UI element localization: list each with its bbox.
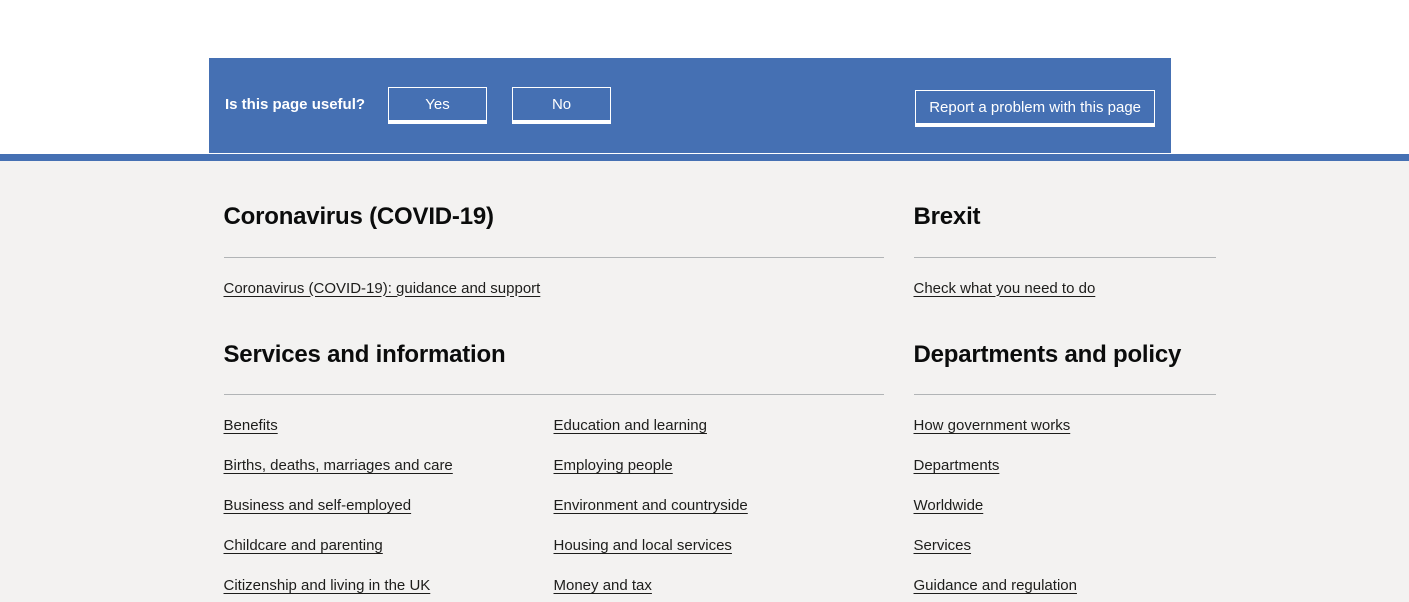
list-item: Benefits <box>224 417 554 435</box>
link-housing-and-local-services[interactable]: Housing and local services <box>554 538 732 553</box>
link-coronavirus-guidance-and-support[interactable]: Coronavirus (COVID-19): guidance and sup… <box>224 281 541 296</box>
link-benefits[interactable]: Benefits <box>224 418 278 433</box>
services-heading: Services and information <box>223 340 506 368</box>
link-education-and-learning[interactable]: Education and learning <box>554 418 707 433</box>
list-item: Guidance and regulation <box>914 577 1216 595</box>
feedback-banner: Is this page useful? Yes No Report a pro… <box>209 58 1171 153</box>
link-worldwide[interactable]: Worldwide <box>914 498 984 513</box>
list-item: Worldwide <box>914 497 1216 515</box>
main-sections-row: Services and information Benefits Births… <box>223 298 1216 596</box>
list-item: Money and tax <box>554 577 884 595</box>
feedback-no-button[interactable]: No <box>512 87 612 122</box>
list-item: Citizenship and living in the UK <box>224 577 554 595</box>
departments-and-policy-section: Departments and policy How government wo… <box>913 340 1216 596</box>
link-business-and-self-employed[interactable]: Business and self-employed <box>224 498 412 513</box>
coronavirus-heading: Coronavirus (COVID-19) <box>223 203 495 230</box>
list-item: Births, deaths, marriages and care <box>224 457 554 475</box>
link-how-government-works[interactable]: How government works <box>914 418 1071 433</box>
brexit-heading: Brexit <box>913 203 981 230</box>
link-services[interactable]: Services <box>914 538 972 553</box>
top-sections-row: Coronavirus (COVID-19) Coronavirus (COVI… <box>223 161 1216 298</box>
link-citizenship-and-living-in-the-uk[interactable]: Citizenship and living in the UK <box>224 578 431 593</box>
list-item: Check what you need to do <box>914 280 1216 298</box>
feedback-banner-strip: Is this page useful? Yes No Report a pro… <box>0 0 1409 154</box>
departments-heading: Departments and policy <box>913 340 1182 368</box>
list-item: How government works <box>914 417 1216 435</box>
services-and-information-section: Services and information Benefits Births… <box>223 340 884 596</box>
list-item: Childcare and parenting <box>224 537 554 555</box>
coronavirus-link-list: Coronavirus (COVID-19): guidance and sup… <box>224 258 884 298</box>
column-gap <box>884 203 914 298</box>
link-departments[interactable]: Departments <box>914 458 1000 473</box>
blue-divider-bar <box>0 154 1409 161</box>
link-births-deaths-marriages-and-care[interactable]: Births, deaths, marriages and care <box>224 458 453 473</box>
services-link-columns: Benefits Births, deaths, marriages and c… <box>224 395 884 595</box>
list-item: Services <box>914 537 1216 555</box>
brexit-link-list: Check what you need to do <box>914 258 1216 298</box>
link-check-what-you-need-to-do[interactable]: Check what you need to do <box>914 281 1096 296</box>
feedback-prompt: Is this page useful? <box>225 96 366 113</box>
report-problem-button[interactable]: Report a problem with this page <box>915 90 1155 125</box>
link-money-and-tax[interactable]: Money and tax <box>554 578 652 593</box>
brexit-section: Brexit Check what you need to do <box>913 203 1216 298</box>
homepage-content: Coronavirus (COVID-19) Coronavirus (COVI… <box>0 161 1409 602</box>
list-item: Environment and countryside <box>554 497 884 515</box>
feedback-yes-button[interactable]: Yes <box>388 87 488 122</box>
list-item: Housing and local services <box>554 537 884 555</box>
coronavirus-section: Coronavirus (COVID-19) Coronavirus (COVI… <box>223 203 884 298</box>
column-gap <box>884 341 914 596</box>
link-childcare-and-parenting[interactable]: Childcare and parenting <box>224 538 383 553</box>
list-item: Employing people <box>554 457 884 475</box>
link-employing-people[interactable]: Employing people <box>554 458 673 473</box>
list-item: Business and self-employed <box>224 497 554 515</box>
list-item: Education and learning <box>554 417 884 435</box>
departments-link-list: How government works Departments Worldwi… <box>914 395 1216 595</box>
services-left-column: Benefits Births, deaths, marriages and c… <box>224 417 554 595</box>
link-environment-and-countryside[interactable]: Environment and countryside <box>554 498 748 513</box>
list-item: Departments <box>914 457 1216 475</box>
services-right-column: Education and learning Employing people … <box>554 417 884 595</box>
link-guidance-and-regulation[interactable]: Guidance and regulation <box>914 578 1077 593</box>
list-item: Coronavirus (COVID-19): guidance and sup… <box>224 280 884 298</box>
